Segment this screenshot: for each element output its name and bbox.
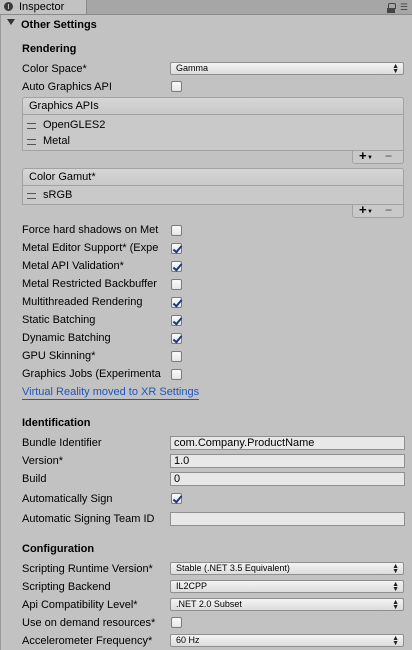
dynamic-batching-label: Dynamic Batching	[22, 332, 111, 344]
dropdown-arrows-icon: ▲ ▼	[392, 635, 399, 647]
section-title-identification: Identification	[22, 417, 91, 429]
multithreaded-rendering-checkbox[interactable]	[171, 297, 182, 308]
color-space-value: Gamma	[176, 63, 209, 73]
scripting-backend-dropdown[interactable]: IL2CPP ▲ ▼	[170, 580, 404, 593]
section-title-configuration: Configuration	[22, 543, 95, 555]
metal-api-validation-label: Metal API Validation*	[22, 260, 124, 272]
scripting-backend-value: IL2CPP	[176, 581, 208, 591]
on-demand-checkbox[interactable]	[171, 617, 182, 628]
tab-inspector[interactable]: Inspector	[0, 0, 87, 14]
team-id-field[interactable]	[170, 512, 405, 526]
version-label: Version*	[22, 455, 63, 467]
list-item-label: sRGB	[43, 189, 73, 201]
lock-icon[interactable]	[387, 3, 396, 13]
add-dropdown-arrow-icon: ▼	[367, 155, 373, 161]
remove-graphics-api-button[interactable]: −	[385, 150, 392, 163]
remove-color-gamut-button[interactable]: −	[385, 204, 392, 217]
add-graphics-api-button[interactable]: +	[359, 149, 367, 163]
auto-graphics-api-label: Auto Graphics API	[22, 81, 112, 93]
team-id-label: Automatic Signing Team ID	[22, 513, 155, 525]
metal-editor-support-checkbox[interactable]	[171, 243, 182, 254]
color-gamut-list: sRGB	[22, 186, 404, 205]
bundle-identifier-field[interactable]: com.Company.ProductName	[170, 436, 405, 450]
vr-xr-settings-link[interactable]: Virtual Reality moved to XR Settings	[22, 386, 200, 400]
left-border	[0, 15, 1, 650]
dropdown-arrows-icon: ▲ ▼	[392, 563, 399, 575]
scripting-runtime-dropdown[interactable]: Stable (.NET 3.5 Equivalent) ▲ ▼	[170, 562, 404, 575]
color-gamut-header: Color Gamut*	[22, 168, 404, 186]
color-gamut-footer: + ▼ −	[352, 203, 404, 218]
color-space-dropdown[interactable]: Gamma ▲ ▼	[170, 62, 404, 75]
build-field[interactable]: 0	[170, 472, 405, 486]
graphics-apis-header: Graphics APIs	[22, 97, 404, 115]
api-compat-value: .NET 2.0 Subset	[176, 599, 242, 609]
metal-restricted-backbuffer-label: Metal Restricted Backbuffer	[22, 278, 157, 290]
version-field[interactable]: 1.0	[170, 454, 405, 468]
gpu-skinning-label: GPU Skinning*	[22, 350, 96, 362]
auto-sign-label: Automatically Sign	[22, 493, 113, 505]
drag-handle-icon[interactable]	[27, 123, 36, 129]
accelerometer-dropdown[interactable]: 60 Hz ▲ ▼	[170, 634, 404, 647]
list-item-srgb[interactable]: sRGB	[23, 187, 72, 203]
multithreaded-rendering-label: Multithreaded Rendering	[22, 296, 143, 308]
add-color-gamut-button[interactable]: +	[359, 203, 367, 217]
api-compat-dropdown[interactable]: .NET 2.0 Subset ▲ ▼	[170, 598, 404, 611]
add-dropdown-arrow-icon: ▼	[367, 209, 373, 215]
info-icon	[4, 2, 13, 11]
list-item-opengles2[interactable]: OpenGLES2	[23, 117, 105, 133]
build-label: Build	[22, 473, 47, 485]
color-space-label: Color Space*	[22, 63, 87, 75]
auto-sign-checkbox[interactable]	[171, 493, 182, 504]
foldout-title-other-settings[interactable]: Other Settings	[21, 15, 97, 35]
drag-handle-icon[interactable]	[27, 139, 36, 145]
api-compat-label: Api Compatibility Level*	[22, 599, 138, 611]
scripting-backend-label: Scripting Backend	[22, 581, 111, 593]
accelerometer-label: Accelerometer Frequency*	[22, 635, 153, 647]
list-item-label: Metal	[43, 135, 70, 147]
dropdown-arrows-icon: ▲ ▼	[392, 63, 399, 75]
bundle-identifier-label: Bundle Identifier	[22, 437, 102, 449]
drag-handle-icon[interactable]	[27, 193, 36, 199]
graphics-jobs-label: Graphics Jobs (Experimenta	[22, 368, 161, 380]
graphics-apis-list: OpenGLES2 Metal	[22, 115, 404, 151]
section-title-rendering: Rendering	[22, 43, 77, 55]
scripting-runtime-value: Stable (.NET 3.5 Equivalent)	[176, 563, 290, 573]
dynamic-batching-checkbox[interactable]	[171, 333, 182, 344]
graphics-apis-footer: + ▼ −	[352, 149, 404, 164]
menu-icon[interactable]: ☰	[400, 0, 408, 14]
on-demand-label: Use on demand resources*	[22, 617, 156, 629]
force-hard-shadows-label: Force hard shadows on Met	[22, 224, 159, 236]
metal-editor-support-label: Metal Editor Support* (Expe	[22, 242, 159, 254]
static-batching-label: Static Batching	[22, 314, 96, 326]
tab-title: Inspector	[19, 1, 65, 13]
foldout-triangle-icon[interactable]	[7, 19, 15, 25]
auto-graphics-api-checkbox[interactable]	[171, 81, 182, 92]
dropdown-arrows-icon: ▲ ▼	[392, 581, 399, 593]
accelerometer-value: 60 Hz	[176, 635, 200, 645]
gpu-skinning-checkbox[interactable]	[171, 351, 182, 362]
static-batching-checkbox[interactable]	[171, 315, 182, 326]
metal-restricted-backbuffer-checkbox[interactable]	[171, 279, 182, 290]
list-item-metal[interactable]: Metal	[23, 133, 70, 149]
list-item-label: OpenGLES2	[43, 119, 106, 131]
metal-api-validation-checkbox[interactable]	[171, 261, 182, 272]
scripting-runtime-label: Scripting Runtime Version*	[22, 563, 153, 575]
force-hard-shadows-checkbox[interactable]	[171, 225, 182, 236]
graphics-jobs-checkbox[interactable]	[171, 369, 182, 380]
dropdown-arrows-icon: ▲ ▼	[392, 599, 399, 611]
